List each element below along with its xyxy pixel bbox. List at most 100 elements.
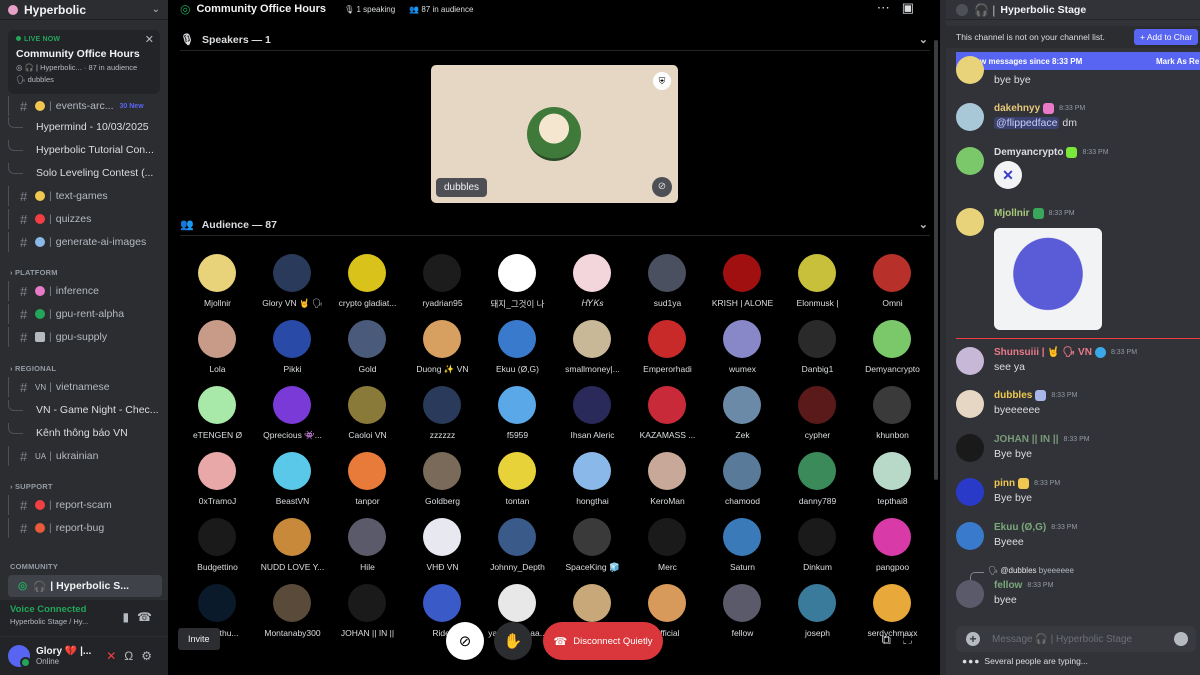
audience-member[interactable]: Montanaby300 <box>255 582 330 642</box>
audience-member[interactable]: Dinkum <box>780 516 855 576</box>
category-support[interactable]: › SUPPORT <box>10 482 53 491</box>
sidebar-item-generate-ai-images[interactable]: # | generate-ai-images <box>8 232 162 252</box>
sidebar-thread-tutorial[interactable]: Hyperbolic Tutorial Con... <box>8 140 162 160</box>
avatar[interactable] <box>8 645 31 668</box>
sidebar-thread-vn-game-night[interactable]: VN - Game Night - Chec... <box>8 400 162 420</box>
new-messages-bar[interactable]: 6 new messages since 8:33 PM Mark As Re <box>956 52 1200 70</box>
headphones-icon[interactable]: Ω <box>124 649 141 663</box>
avatar[interactable] <box>956 478 984 506</box>
mic-muted-icon[interactable]: ✕ <box>106 649 124 663</box>
sidebar-item-inference[interactable]: # | inference <box>8 281 162 301</box>
audience-member[interactable]: joseph <box>780 582 855 642</box>
chat-toggle-icon[interactable]: ▣ <box>902 0 926 15</box>
sidebar-thread-solo-leveling[interactable]: Solo Leveling Contest (... <box>8 163 162 183</box>
audience-member[interactable]: crypto gladiat... <box>330 252 405 312</box>
sidebar-thread-hypermind[interactable]: Hypermind - 10/03/2025 <box>8 117 162 137</box>
message-author[interactable]: Demyancrypto <box>994 147 1063 158</box>
avatar[interactable] <box>956 56 984 84</box>
audience-member[interactable]: 𝐻𝑌𝐾𝑠 <box>555 252 630 312</box>
audience-member[interactable]: NUDD LOVE Y... <box>255 516 330 576</box>
disconnect-icon[interactable]: ☎ <box>137 610 160 624</box>
popout-icon[interactable]: ⧉ <box>882 632 903 647</box>
audience-member[interactable]: Johnny_Depth <box>480 516 555 576</box>
sidebar-item-vietnamese[interactable]: # VN | vietnamese <box>8 377 162 397</box>
message-author[interactable]: JOHAN || IN || <box>994 434 1059 445</box>
avatar[interactable] <box>956 522 984 550</box>
mark-as-read-button[interactable]: Mark As Re <box>1156 57 1199 66</box>
audience-member[interactable]: Caoloi VN <box>330 384 405 444</box>
signal-icon[interactable]: ▮ <box>122 610 137 624</box>
audience-member[interactable]: Omni <box>855 252 930 312</box>
speaker-tile[interactable]: ⛨ dubbles ⊘ <box>431 65 678 203</box>
audience-member[interactable]: Goldberg <box>405 450 480 510</box>
audience-member[interactable]: Ekuu (Ø,G) <box>480 318 555 378</box>
reply-preview[interactable]: 🗣 @dubbles byeeeeee <box>988 566 1074 575</box>
audience-member[interactable]: Emperorhadi <box>630 318 705 378</box>
audience-member[interactable]: ryadrian95 <box>405 252 480 312</box>
audience-member[interactable]: Pikki <box>255 318 330 378</box>
audience-member[interactable]: Mjollnir <box>180 252 255 312</box>
message-author[interactable]: fellow <box>994 580 1022 591</box>
sidebar-item-report-scam[interactable]: # | report-scam <box>8 495 162 515</box>
audience-member[interactable]: Gold <box>330 318 405 378</box>
audience-member[interactable]: Zek <box>705 384 780 444</box>
fullscreen-icon[interactable]: ⛶ <box>903 632 924 647</box>
audience-member[interactable]: 돼지_그것이 나 <box>480 252 555 312</box>
sidebar-item-quizzes[interactable]: # | quizzes <box>8 209 162 229</box>
audience-member[interactable]: Ihsan Aleric <box>555 384 630 444</box>
sidebar-item-ukrainian[interactable]: # UA | ukrainian <box>8 446 162 466</box>
audience-member[interactable]: 0xTramoJ <box>180 450 255 510</box>
audience-member[interactable]: JOHAN || IN || <box>330 582 405 642</box>
audience-member[interactable]: Merc <box>630 516 705 576</box>
audience-member[interactable]: Duong ✨ VN <box>405 318 480 378</box>
audience-member[interactable]: khunbon <box>855 384 930 444</box>
message-author[interactable]: Shunsuiii | 🤘 🗣 VN <box>994 347 1092 358</box>
category-regional[interactable]: › REGIONAL <box>10 364 56 373</box>
add-to-channel-list-button[interactable]: + Add to Char <box>1134 29 1199 45</box>
gear-icon[interactable]: ⚙ <box>141 649 160 663</box>
more-icon[interactable]: ⋯ <box>877 0 902 15</box>
live-stage-card[interactable]: LIVE NOW ✕ Community Office Hours ◎ 🎧 | … <box>8 30 160 94</box>
message-author[interactable]: pinn <box>994 478 1015 489</box>
sidebar-item-gpu-supply[interactable]: # | gpu-supply <box>8 327 162 347</box>
sidebar-item-report-bug[interactable]: # | report-bug <box>8 518 162 538</box>
sidebar-item-hyperbolic-stage[interactable]: ◎ 🎧 | Hyperbolic S... <box>8 575 162 597</box>
audience-member[interactable]: sud1ya <box>630 252 705 312</box>
audience-member[interactable]: BeastVN <box>255 450 330 510</box>
category-community[interactable]: COMMUNITY <box>10 562 58 571</box>
avatar[interactable] <box>956 208 984 236</box>
server-header[interactable]: Hyperbolic ⌄ <box>0 0 168 20</box>
audience-member[interactable]: Hile <box>330 516 405 576</box>
message-author[interactable]: Ekuu (Ø,G) <box>994 522 1046 533</box>
audience-member[interactable]: hongthai <box>555 450 630 510</box>
audience-member[interactable]: fellow <box>705 582 780 642</box>
audience-member[interactable]: Qprecious 👾... <box>255 384 330 444</box>
sidebar-item-events[interactable]: # | events-arc... 30 New <box>8 96 162 116</box>
audience-member[interactable]: Glory VN 🤘 🗣 <box>255 252 330 312</box>
audience-member[interactable]: Danbig1 <box>780 318 855 378</box>
message-input[interactable]: + Message 🎧 | Hyperbolic Stage <box>956 626 1196 652</box>
video-off-button[interactable]: ⊘ <box>446 622 484 660</box>
avatar[interactable] <box>956 390 984 418</box>
audience-member[interactable]: Elonmusk | <box>780 252 855 312</box>
avatar[interactable] <box>956 147 984 175</box>
audience-member[interactable]: Saturn <box>705 516 780 576</box>
avatar[interactable] <box>956 434 984 462</box>
message-author[interactable]: dakehnyy <box>994 103 1040 114</box>
user-mention[interactable]: @flippedface <box>994 117 1060 129</box>
plus-icon[interactable]: + <box>966 632 980 646</box>
audience-member[interactable]: eTENGEN Ø <box>180 384 255 444</box>
audience-member[interactable]: wumex <box>705 318 780 378</box>
audience-member[interactable]: tanpor <box>330 450 405 510</box>
avatar[interactable] <box>956 347 984 375</box>
disconnect-quietly-button[interactable]: ☎ Disconnect Quietly <box>543 622 663 660</box>
audience-member[interactable]: smallmoney|... <box>555 318 630 378</box>
sidebar-item-text-games[interactable]: # | text-games <box>8 186 162 206</box>
audience-member[interactable]: KeroMan <box>630 450 705 510</box>
message-author[interactable]: Mjollnir <box>994 208 1030 219</box>
scrollbar[interactable] <box>934 40 938 480</box>
audience-member[interactable]: Demyancrypto <box>855 318 930 378</box>
category-platform[interactable]: › PLATFORM <box>10 268 58 277</box>
audience-member[interactable]: zzzzzz <box>405 384 480 444</box>
avatar[interactable] <box>956 580 984 608</box>
